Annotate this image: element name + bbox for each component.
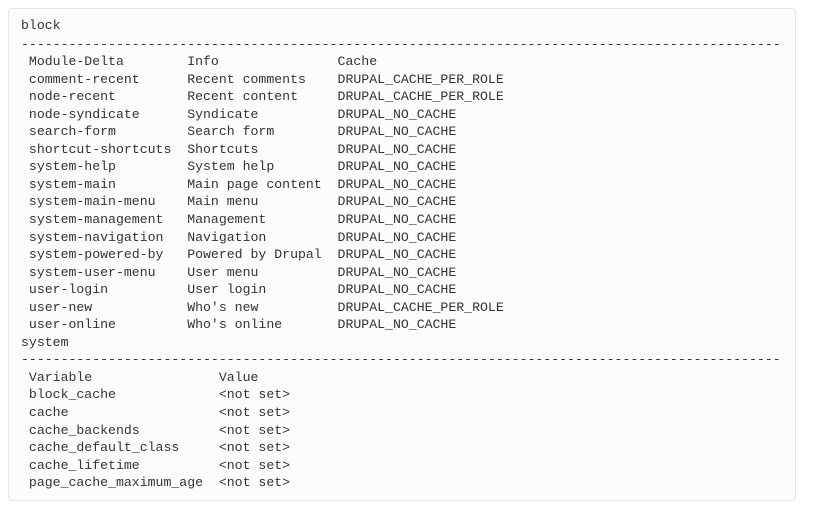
blocks-row: node-recent Recent content DRUPAL_CACHE_… bbox=[21, 88, 783, 106]
vars-row: cache_backends <not set> bbox=[21, 422, 783, 440]
blocks-row: system-navigation Navigation DRUPAL_NO_C… bbox=[21, 229, 783, 247]
blocks-row: system-user-menu User menu DRUPAL_NO_CAC… bbox=[21, 264, 783, 282]
blocks-header-row: Module-Delta Info Cache bbox=[21, 53, 783, 71]
blocks-row: system-main Main page content DRUPAL_NO_… bbox=[21, 176, 783, 194]
blocks-row: shortcut-shortcuts Shortcuts DRUPAL_NO_C… bbox=[21, 141, 783, 159]
vars-row: page_cache_maximum_age <not set> bbox=[21, 474, 783, 492]
vars-row: cache_lifetime <not set> bbox=[21, 457, 783, 475]
divider-top: ----------------------------------------… bbox=[21, 36, 783, 54]
vars-header-row: Variable Value bbox=[21, 369, 783, 387]
blocks-row: system-help System help DRUPAL_NO_CACHE bbox=[21, 158, 783, 176]
blocks-row: comment-recent Recent comments DRUPAL_CA… bbox=[21, 71, 783, 89]
blocks-row: search-form Search form DRUPAL_NO_CACHE bbox=[21, 123, 783, 141]
blocks-row: user-online Who's online DRUPAL_NO_CACHE bbox=[21, 316, 783, 334]
vars-row: cache <not set> bbox=[21, 404, 783, 422]
vars-row: block_cache <not set> bbox=[21, 386, 783, 404]
blocks-row: user-login User login DRUPAL_NO_CACHE bbox=[21, 281, 783, 299]
blocks-row: node-syndicate Syndicate DRUPAL_NO_CACHE bbox=[21, 106, 783, 124]
blocks-row: system-powered-by Powered by Drupal DRUP… bbox=[21, 246, 783, 264]
blocks-body: comment-recent Recent comments DRUPAL_CA… bbox=[21, 71, 783, 334]
vars-body: block_cache <not set> cache <not set> ca… bbox=[21, 386, 783, 491]
system-section-label: system bbox=[21, 334, 783, 352]
divider-mid: ----------------------------------------… bbox=[21, 351, 783, 369]
blocks-row: system-main-menu Main menu DRUPAL_NO_CAC… bbox=[21, 193, 783, 211]
panel-title: block bbox=[21, 17, 783, 35]
blocks-row: user-new Who's new DRUPAL_CACHE_PER_ROLE bbox=[21, 299, 783, 317]
blocks-row: system-management Management DRUPAL_NO_C… bbox=[21, 211, 783, 229]
cache-status-panel: block ----------------------------------… bbox=[8, 8, 796, 501]
vars-row: cache_default_class <not set> bbox=[21, 439, 783, 457]
